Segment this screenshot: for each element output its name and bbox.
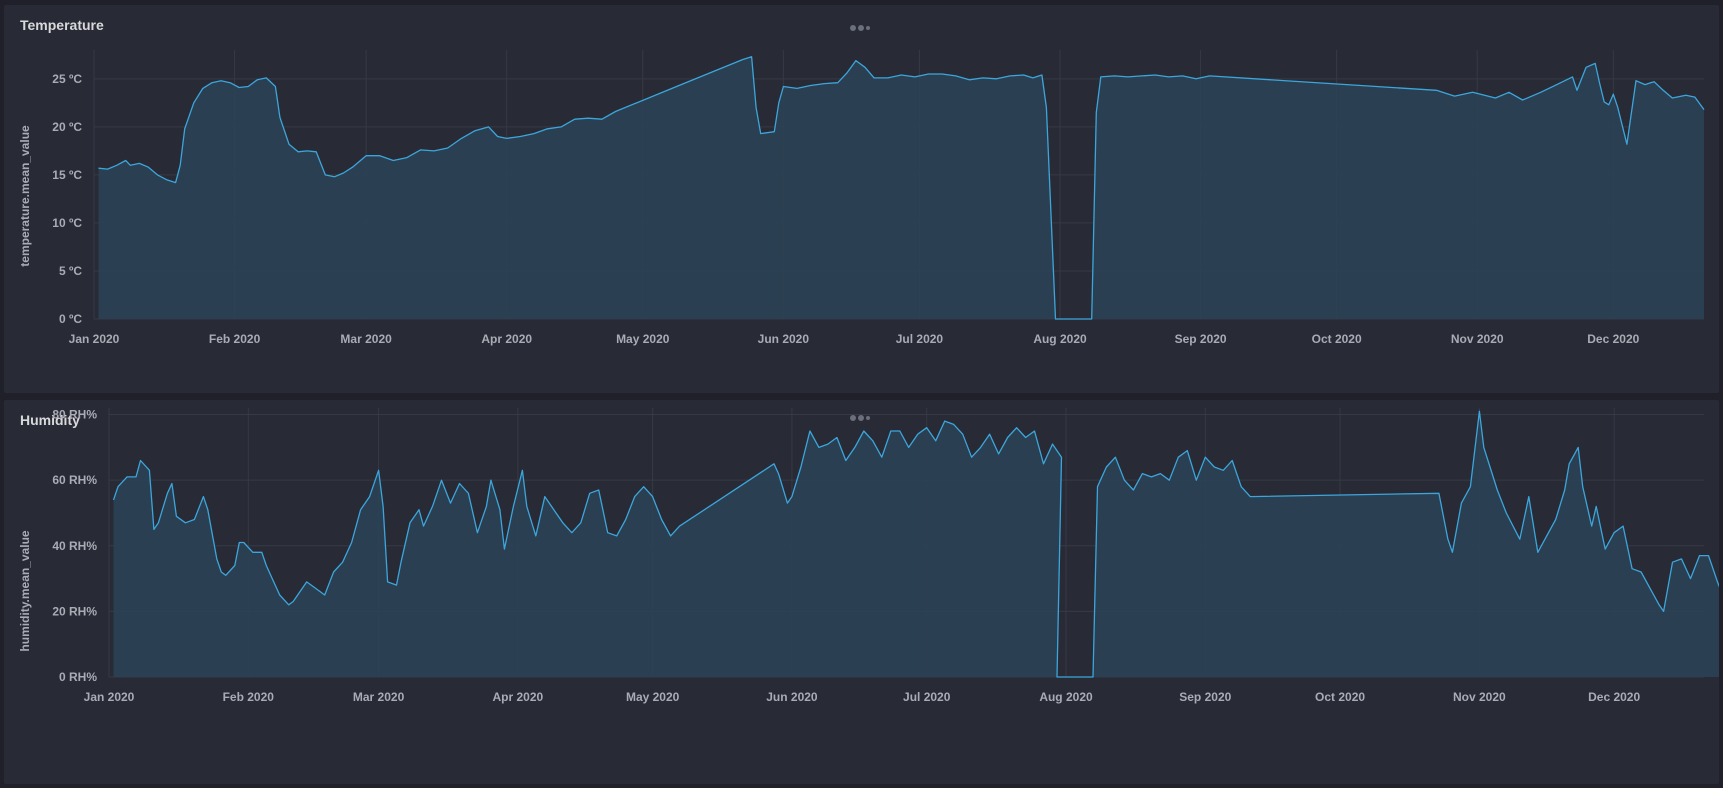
x-tick-label: Jul 2020: [903, 690, 951, 704]
y-tick-label: 25 ºC: [52, 72, 82, 86]
x-tick-label: Oct 2020: [1315, 690, 1365, 704]
x-tick-label: Feb 2020: [209, 332, 261, 346]
x-tick-label: Jan 2020: [69, 332, 120, 346]
y-tick-label: 10 ºC: [52, 216, 82, 230]
x-tick-label: May 2020: [616, 332, 670, 346]
x-tick-label: Aug 2020: [1039, 690, 1093, 704]
y-tick-label: 5 ºC: [59, 264, 82, 278]
y-tick-label: 60 RH%: [52, 473, 97, 487]
humidity-panel: Humidity 0 RH% 20 RH% 40 RH% 60 RH% 80 RH% Ja…: [4, 400, 1719, 784]
x-tick-label: Sep 2020: [1175, 332, 1227, 346]
x-tick-label: Nov 2020: [1453, 690, 1506, 704]
x-tick-label: Dec 2020: [1588, 690, 1640, 704]
x-tick-label: Oct 2020: [1312, 332, 1362, 346]
humidity-chart: 0 RH% 20 RH% 40 RH% 60 RH% 80 RH% Jan 2020 Feb…: [52, 408, 1719, 704]
y-tick-label: 20 ºC: [52, 120, 82, 134]
x-tick-label: Mar 2020: [340, 332, 392, 346]
x-tick-label: Mar 2020: [353, 690, 405, 704]
series-area: [113, 411, 1719, 677]
series-area: [98, 56, 1704, 319]
y-tick-label: 20 RH%: [52, 604, 97, 618]
x-tick-label: Dec 2020: [1587, 332, 1639, 346]
y-tick-label: 15 ºC: [52, 168, 82, 182]
x-tick-label: Nov 2020: [1451, 332, 1504, 346]
x-tick-label: Aug 2020: [1033, 332, 1087, 346]
humidity-y-axis-title: humidity.mean_value: [18, 530, 32, 652]
x-tick-label: Feb 2020: [223, 690, 275, 704]
x-tick-label: Jan 2020: [84, 690, 135, 704]
x-tick-label: Jul 2020: [896, 332, 944, 346]
x-tick-label: Sep 2020: [1179, 690, 1231, 704]
y-tick-label: 0 RH%: [59, 670, 97, 684]
x-tick-label: May 2020: [626, 690, 680, 704]
temperature-chart: 0 ºC 5 ºC 10 ºC 15 ºC 20 ºC 25 ºC Jan 2020 Feb …: [52, 50, 1705, 346]
y-tick-label: 40 RH%: [52, 539, 97, 553]
x-tick-label: Apr 2020: [493, 690, 544, 704]
x-tick-label: Apr 2020: [481, 332, 532, 346]
x-tick-label: Jun 2020: [758, 332, 810, 346]
temperature-panel: Temperature 0 ºC 5 ºC 10 ºC 15 ºC 20 ºC 25 ºC…: [4, 5, 1719, 393]
y-tick-label: 80 RH%: [52, 408, 97, 422]
y-tick-label: 0 ºC: [59, 312, 82, 326]
x-tick-label: Jun 2020: [766, 690, 818, 704]
temperature-y-axis-title: temperature.mean_value: [18, 125, 32, 267]
